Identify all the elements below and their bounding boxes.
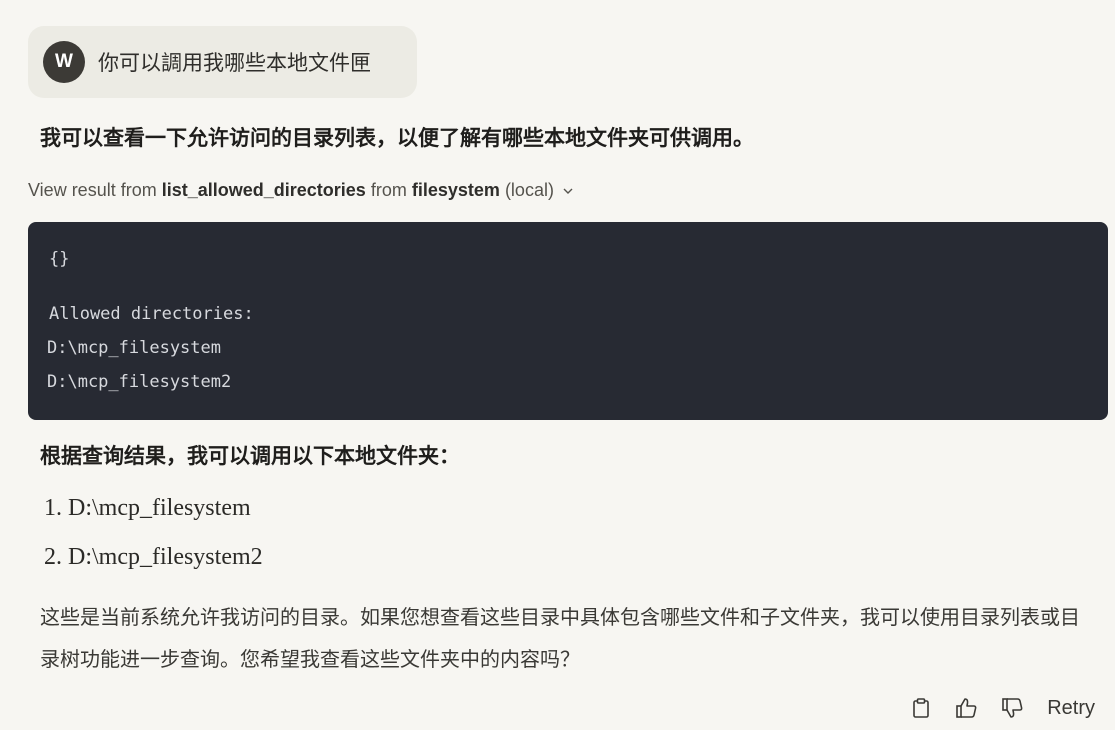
code-directory-line: D:\mcp_filesystem2	[47, 372, 232, 392]
assistant-intro-text: 我可以查看一下允许访问的目录列表，以便了解有哪些本地文件夹可供调用。	[40, 126, 754, 150]
user-message-bubble: W 你可以調用我哪些本地文件匣	[28, 26, 417, 98]
thumbs-down-icon	[1002, 698, 1023, 718]
clipboard-icon	[913, 698, 930, 718]
tool-name: list_allowed_directories	[161, 180, 366, 200]
retry-button[interactable]: Retry	[1047, 697, 1095, 720]
assistant-closing-paragraph: 这些是当前系统允许我访问的目录。如果您想查看这些目录中具体包含哪些文件和子文件夹…	[40, 605, 1080, 671]
tool-server-scope: (local)	[504, 180, 554, 200]
list-item: 2. D:\mcp_filesystem2	[44, 544, 263, 570]
thumbs-up-icon	[956, 698, 977, 718]
copy-button[interactable]	[909, 696, 933, 720]
user-avatar: W	[43, 41, 85, 83]
code-header: Allowed directories:	[49, 304, 254, 324]
code-directory-line: D:\mcp_filesystem	[47, 338, 221, 358]
tool-result-toggle[interactable]: View result from list_allowed_directorie…	[28, 180, 574, 201]
directory-list: 1. D:\mcp_filesystem 2. D:\mcp_filesyste…	[44, 495, 263, 593]
tool-result-middle: from	[370, 180, 407, 200]
user-message-text: 你可以調用我哪些本地文件匣	[98, 51, 371, 75]
thumbs-up-button[interactable]	[955, 696, 979, 720]
list-item: 1. D:\mcp_filesystem	[44, 495, 251, 521]
tool-result-code-block: {} Allowed directories: D:\mcp_filesyste…	[28, 222, 1108, 420]
chevron-down-icon	[563, 188, 573, 194]
thumbs-down-button[interactable]	[1001, 696, 1025, 720]
tool-server-name: filesystem	[411, 180, 500, 200]
message-actions: Retry	[909, 696, 1095, 720]
result-heading: 根据查询结果，我可以调用以下本地文件夹：	[40, 444, 460, 468]
tool-result-prefix: View result from	[28, 180, 157, 200]
code-input: {}	[49, 249, 70, 269]
